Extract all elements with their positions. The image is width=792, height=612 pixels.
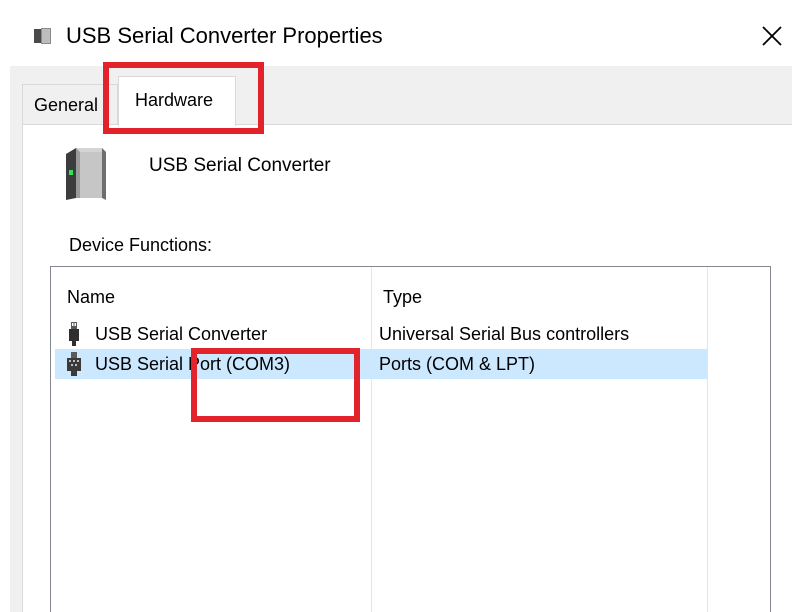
list-item[interactable]: USB Serial Converter Universal Serial Bu… [55, 319, 707, 349]
device-icon [34, 28, 51, 44]
close-icon [762, 26, 782, 46]
tab-hardware[interactable]: Hardware [118, 76, 236, 126]
tab-hardware-label: Hardware [135, 90, 214, 110]
close-button[interactable] [752, 14, 792, 58]
tab-general[interactable]: General [22, 84, 118, 124]
list-item-selected[interactable]: USB Serial Port (COM3) Ports (COM & LPT) [55, 349, 707, 379]
usb-plug-icon [69, 322, 79, 346]
row-type: Ports (COM & LPT) [379, 354, 536, 374]
row-type: Universal Serial Bus controllers [379, 324, 630, 344]
row-name: USB Serial Converter [95, 324, 268, 344]
column-header-name[interactable]: Name [67, 285, 115, 309]
window-title: USB Serial Converter Properties [66, 23, 383, 48]
port-icon [67, 352, 81, 376]
row-name: USB Serial Port (COM3) [95, 354, 291, 374]
column-divider[interactable] [707, 267, 708, 612]
device-functions-list[interactable]: Name Type USB Serial Converter Universal… [50, 266, 771, 612]
usb-device-icon [66, 148, 106, 200]
tab-general-label: General [34, 95, 99, 115]
device-functions-label: Device Functions: [69, 235, 213, 255]
device-name: USB Serial Converter [149, 155, 331, 176]
column-header-type[interactable]: Type [383, 285, 422, 309]
title-bar: USB Serial Converter Properties [0, 0, 792, 62]
